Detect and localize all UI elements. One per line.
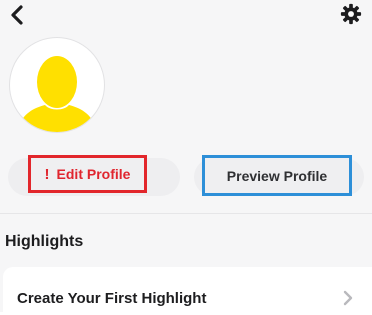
- preview-profile-button[interactable]: Preview Profile: [202, 155, 352, 196]
- alert-icon: !: [44, 165, 50, 183]
- highlights-section-title: Highlights: [5, 233, 84, 250]
- default-avatar-silhouette-icon: [18, 56, 96, 132]
- back-button[interactable]: [6, 4, 28, 26]
- chevron-right-icon: [343, 290, 353, 306]
- create-highlight-label: Create Your First Highlight: [17, 290, 207, 307]
- edit-profile-button[interactable]: ! Edit Profile: [28, 155, 147, 193]
- gear-icon: [340, 3, 362, 25]
- section-divider: [0, 213, 372, 214]
- settings-button[interactable]: [340, 3, 362, 25]
- preview-profile-label: Preview Profile: [226, 167, 328, 184]
- avatar[interactable]: [9, 37, 105, 133]
- chevron-left-icon: [11, 5, 23, 25]
- edit-profile-label: Edit Profile: [56, 166, 131, 182]
